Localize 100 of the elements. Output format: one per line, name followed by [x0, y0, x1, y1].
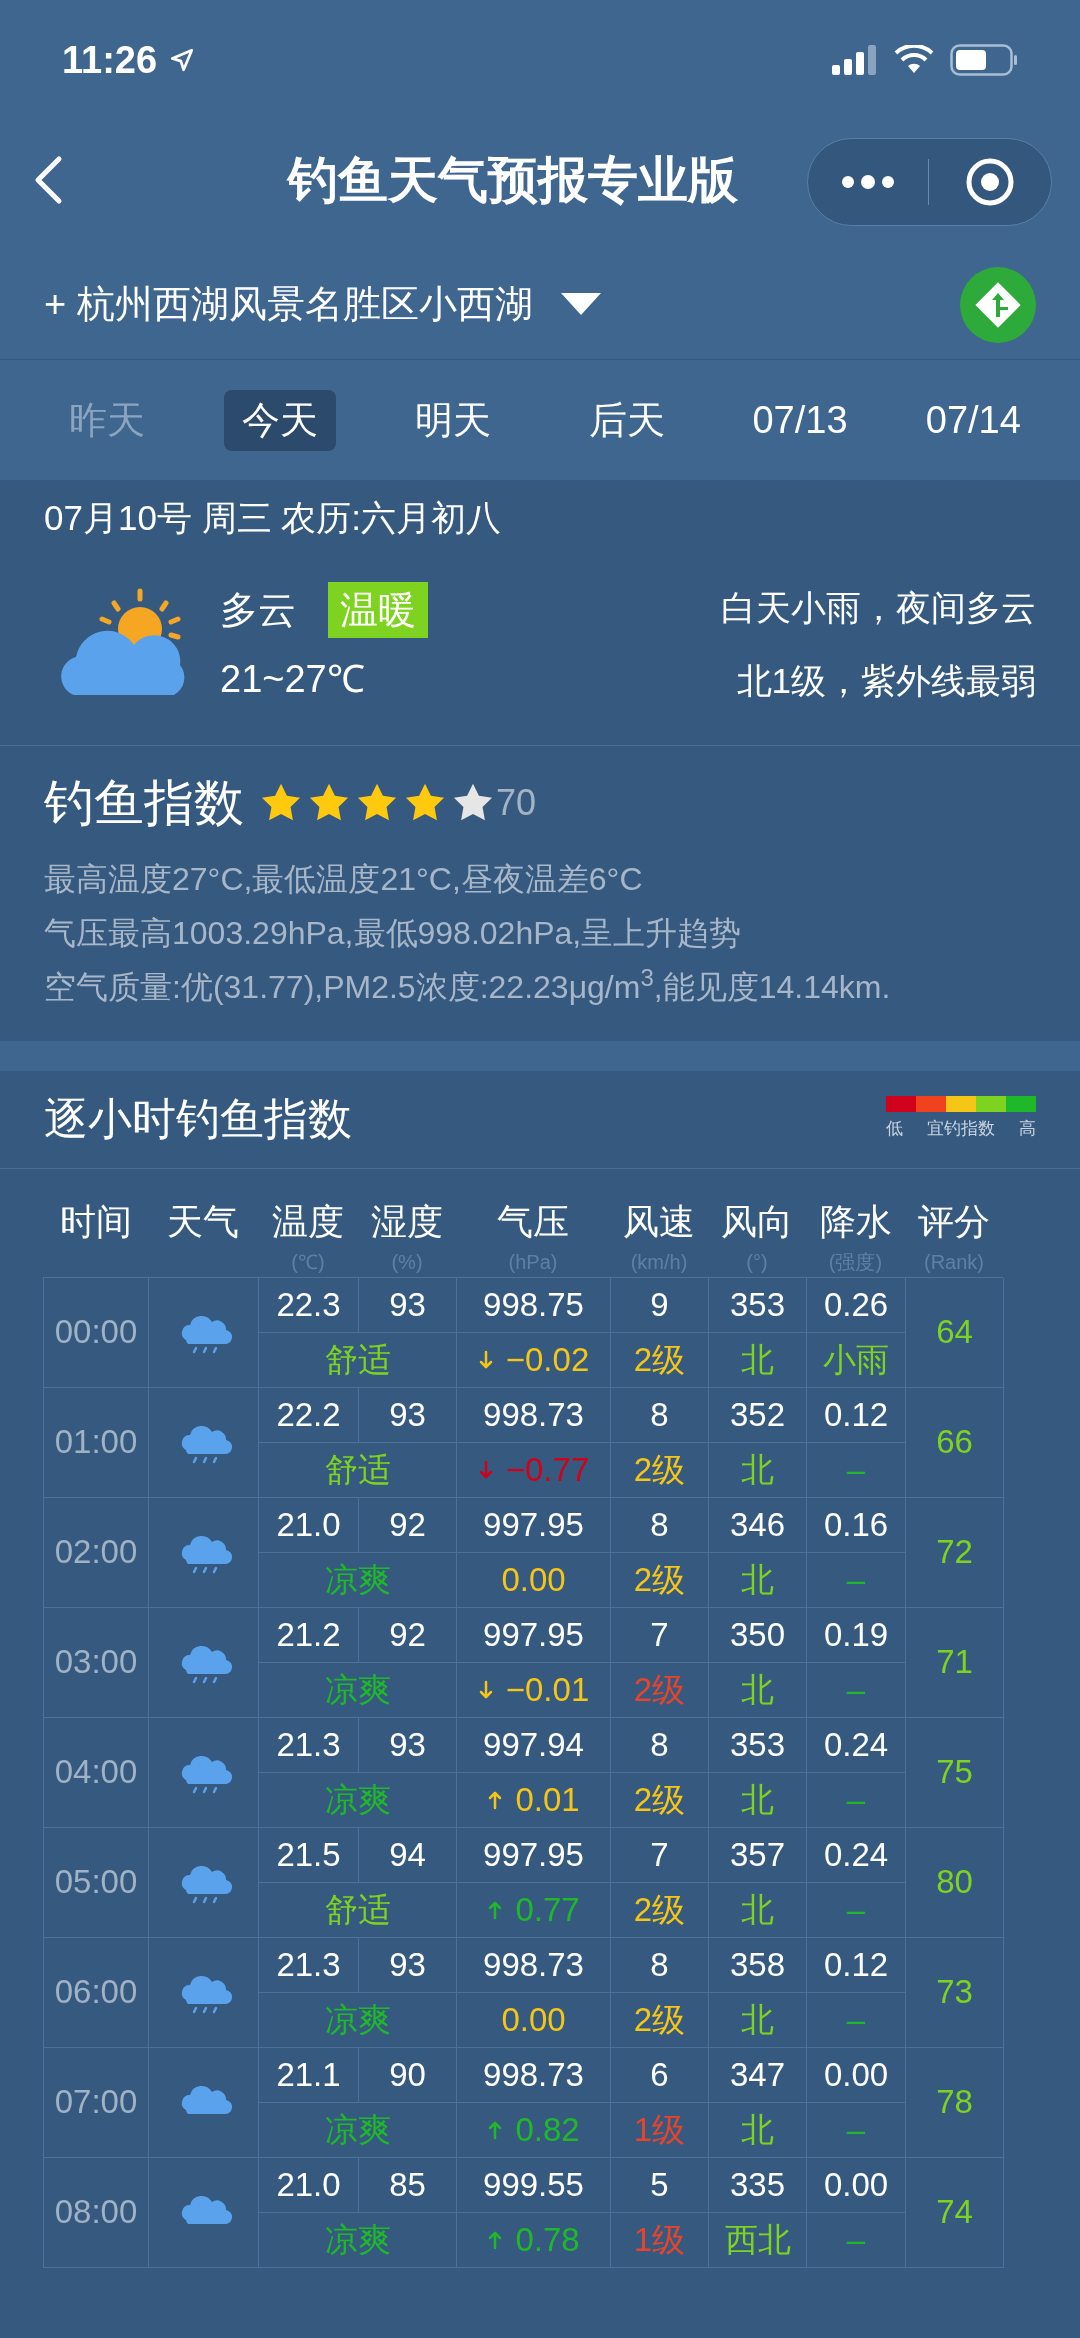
direction-cell: 北: [709, 1882, 807, 1938]
table-cell: 0.19: [807, 1607, 906, 1663]
time-cell: 01:00: [44, 1387, 149, 1498]
direction-cell: 北: [709, 1662, 807, 1718]
score-cell: 74: [906, 2157, 1004, 2268]
direction-cell: 北: [709, 1552, 807, 1608]
table-cell: 22.2: [259, 1387, 359, 1443]
table-cell: 22.3: [259, 1277, 359, 1333]
score-cell: 78: [906, 2047, 1004, 2158]
table-cell: 998.75: [457, 1277, 611, 1333]
wind-level-cell: 2级: [611, 1552, 709, 1608]
weather-summary: 白天小雨，夜间多云: [721, 587, 1036, 629]
table-cell: 997.95: [457, 1827, 611, 1883]
index-detail-line: 气压最高1003.29hPa,最低998.02hPa,呈上升趋势: [44, 913, 743, 953]
pressure-change: −0.77: [505, 1449, 590, 1490]
table-cell: 21.5: [259, 1827, 359, 1883]
direction-cell: 北: [709, 2102, 807, 2158]
column-header: 风向: [721, 1199, 793, 1244]
table-cell: 7: [611, 1827, 709, 1883]
table-cell: 92: [359, 1607, 457, 1663]
back-icon: [33, 155, 63, 205]
table-cell: 0.24: [807, 1827, 906, 1883]
table-cell: 997.95: [457, 1607, 611, 1663]
table-cell: 94: [359, 1827, 457, 1883]
location-selector[interactable]: + 杭州西湖风景名胜区小西湖: [44, 276, 601, 333]
time-cell: 08:00: [44, 2157, 149, 2268]
table-cell: 353: [709, 1717, 807, 1773]
comfort-cell: 凉爽: [259, 2102, 457, 2158]
rain-level-cell: –: [807, 1662, 906, 1718]
score-cell: 71: [906, 1607, 1004, 1718]
wind-level-cell: 1级: [611, 2102, 709, 2158]
table-cell: 7: [611, 1607, 709, 1663]
fishing-index-title: 钓鱼指数: [44, 773, 244, 833]
table-cell: 0.00: [807, 2157, 906, 2213]
pressure-change: 0.77: [515, 1889, 580, 1930]
time-cell: 04:00: [44, 1717, 149, 1828]
direction-cell: 西北: [709, 2212, 807, 2268]
table-cell: 21.3: [259, 1717, 359, 1773]
rain-level-cell: –: [807, 2102, 906, 2158]
direction-cell: 北: [709, 1992, 807, 2048]
wind-level-cell: 2级: [611, 1442, 709, 1498]
day-tab[interactable]: 后天: [570, 389, 683, 451]
table-cell: 358: [709, 1937, 807, 1993]
table-cell: 999.55: [457, 2157, 611, 2213]
fishing-score: 70: [496, 781, 537, 825]
time-cell: 02:00: [44, 1497, 149, 1608]
table-cell: 998.73: [457, 1387, 611, 1443]
comfort-cell: 舒适: [259, 1332, 457, 1388]
day-tab[interactable]: 07/14: [907, 389, 1039, 451]
index-detail-line: 空气质量:优(31.77),PM2.5浓度:22.23μg/m$^{3}$,能见度14.14km.: [44, 962, 892, 1007]
comfort-cell: 凉爽: [259, 1662, 457, 1718]
signal-icon: [832, 45, 878, 75]
wind-level-cell: 2级: [611, 1882, 709, 1938]
table-cell: 9: [611, 1277, 709, 1333]
table-cell: 93: [359, 1937, 457, 1993]
table-cell: 8: [611, 1387, 709, 1443]
pressure-change: 0.82: [515, 2109, 580, 2150]
dropdown-icon: [560, 292, 601, 317]
battery-icon: [950, 44, 1018, 76]
score-cell: 72: [906, 1497, 1004, 1608]
table-cell: 335: [709, 2157, 807, 2213]
table-cell: 0.16: [807, 1497, 906, 1553]
table-cell: 6: [611, 2047, 709, 2103]
table-cell: 21.3: [259, 1937, 359, 1993]
table-cell: 0.12: [807, 1937, 906, 1993]
day-tab[interactable]: 明天: [397, 389, 510, 451]
wind-level-cell: 2级: [611, 1332, 709, 1388]
column-header: 风速: [623, 1199, 695, 1244]
day-tab[interactable]: 07/13: [734, 389, 866, 451]
condition-text: 多云: [220, 587, 296, 633]
table-cell: 21.1: [259, 2047, 359, 2103]
table-cell: 0.12: [807, 1387, 906, 1443]
column-header: 温度: [272, 1199, 344, 1244]
wifi-icon: [894, 45, 934, 75]
page-title: 钓鱼天气预报专业版: [288, 150, 738, 210]
wind-level-cell: 2级: [611, 1992, 709, 2048]
location-arrow-icon: [169, 47, 196, 73]
legend-low: 低: [886, 1118, 903, 1141]
table-cell: 997.95: [457, 1497, 611, 1553]
time-cell: 07:00: [44, 2047, 149, 2158]
comfort-cell: 凉爽: [259, 1772, 457, 1828]
status-time: 11:26: [62, 37, 158, 83]
pressure-change: 0.00: [501, 1559, 566, 1600]
table-cell: 0.26: [807, 1277, 906, 1333]
table-cell: 8: [611, 1497, 709, 1553]
day-tab[interactable]: 今天: [224, 389, 336, 451]
temp-range: 21~27℃: [220, 656, 366, 702]
legend-label: 宜钓指数: [927, 1118, 995, 1141]
table-cell: 0.00: [807, 2047, 906, 2103]
score-cell: 73: [906, 1937, 1004, 2048]
column-header: 降水: [819, 1199, 892, 1244]
table-cell: 8: [611, 1717, 709, 1773]
table-cell: 346: [709, 1497, 807, 1553]
comfort-cell: 舒适: [259, 1442, 457, 1498]
direction-sign-icon[interactable]: [960, 266, 1036, 343]
table-cell: 21.0: [259, 2157, 359, 2213]
wind-level-cell: 2级: [611, 1662, 709, 1718]
target-icon: [965, 157, 1015, 207]
time-cell: 06:00: [44, 1937, 149, 2048]
pressure-change: 0.00: [501, 1999, 566, 2040]
